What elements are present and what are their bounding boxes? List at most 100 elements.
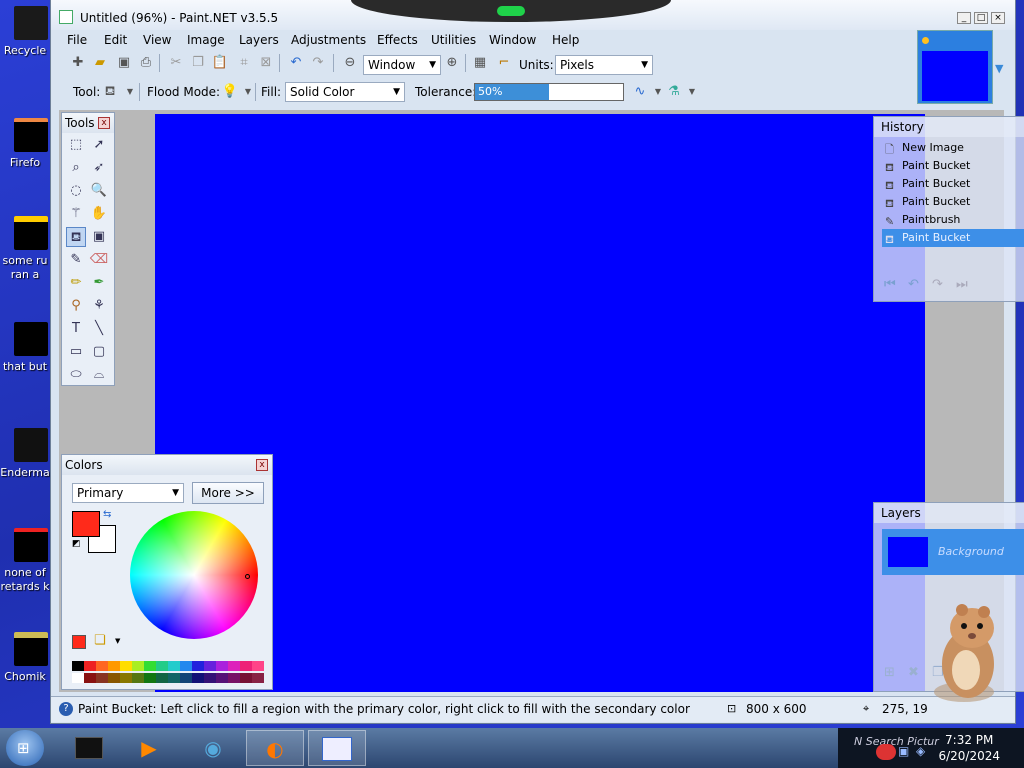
cut-icon[interactable]: ✂ (167, 54, 185, 72)
print-icon[interactable]: ⎙ (137, 54, 155, 72)
clock[interactable]: 7:32 PM 6/20/2024 (938, 732, 1000, 764)
color-wheel[interactable] (130, 511, 258, 639)
desktop-icon-file-3[interactable]: Enderma (0, 428, 50, 480)
crop-icon[interactable]: ⌗ (235, 54, 253, 72)
rewind-icon[interactable]: ⏮ (884, 277, 896, 292)
tolerance-slider[interactable]: 50% (474, 83, 624, 101)
chevron-down-icon[interactable]: ▼ (121, 83, 139, 101)
primary-color-mini[interactable] (72, 635, 86, 649)
flood-mode-icon[interactable]: 💡 (221, 83, 239, 101)
copy-icon[interactable]: ❐ (189, 54, 207, 72)
history-panel-header[interactable]: History x (874, 117, 1024, 137)
zoom-icon[interactable]: 🔍 (89, 181, 109, 201)
desktop-icon-file-1[interactable]: some ru ran a (0, 216, 50, 282)
undo-icon[interactable]: ↶ (908, 277, 919, 292)
desktop-icon-recycle[interactable]: Recycle (0, 6, 50, 58)
eraser-icon[interactable]: ⌫ (89, 250, 109, 270)
move-selection-icon[interactable]: ➚ (89, 135, 109, 155)
grid-icon[interactable]: ▦ (471, 54, 489, 72)
desktop-icon-file-4[interactable]: none of retards k (0, 528, 50, 594)
taskbar-app-media[interactable]: ▶ (120, 730, 178, 766)
menu-utilities[interactable]: Utilities (431, 33, 476, 47)
history-item-paintbrush[interactable]: ✎ Paintbrush (882, 211, 1024, 229)
network-icon[interactable]: ▣ (898, 744, 909, 758)
taskbar-app-globe[interactable]: ◉ (184, 730, 242, 766)
taskbar-app-paintnet[interactable] (308, 730, 366, 766)
colors-panel-header[interactable]: Colors x (62, 455, 272, 475)
ellipse-icon[interactable]: ⬭ (66, 365, 86, 385)
zoom-select[interactable]: Window ▼ (363, 55, 441, 75)
close-button[interactable]: × (991, 12, 1005, 24)
ruler-icon[interactable]: ⌐ (495, 54, 513, 72)
color-palette[interactable] (72, 661, 264, 685)
menu-layers[interactable]: Layers (239, 33, 279, 47)
clone-stamp-icon[interactable]: ⚲ (66, 296, 86, 316)
chevron-down-icon[interactable]: ▼ (995, 62, 1003, 75)
fill-select[interactable]: Solid Color ▼ (285, 82, 405, 102)
menu-window[interactable]: Window (489, 33, 536, 47)
layers-panel-header[interactable]: Layers x (874, 503, 1024, 523)
menu-edit[interactable]: Edit (104, 33, 127, 47)
menu-image[interactable]: Image (187, 33, 225, 47)
open-icon[interactable]: ▰ (91, 54, 109, 72)
move-selected-icon[interactable]: ➶ (89, 158, 109, 178)
zoom-in-icon[interactable]: ⊕ (443, 54, 461, 72)
text-icon[interactable]: T (66, 319, 86, 339)
units-select[interactable]: Pixels ▼ (555, 55, 653, 75)
tray-app-icon[interactable] (876, 744, 896, 760)
paintbrush-icon[interactable]: ✎ (66, 250, 86, 270)
color-picker-icon[interactable]: ✒ (89, 273, 109, 293)
menu-file[interactable]: File (67, 33, 87, 47)
history-item-paint-bucket[interactable]: ⛾ Paint Bucket (882, 193, 1024, 211)
taskbar-app-firefox[interactable]: ◐ (246, 730, 304, 766)
taskbar-app-explorer[interactable] (60, 730, 118, 766)
redo-icon[interactable]: ↷ (309, 54, 327, 72)
palette-icon[interactable]: ❏ (94, 633, 106, 648)
color-mode-select[interactable]: Primary ▼ (72, 483, 184, 503)
chevron-down-icon[interactable]: ▼ (683, 83, 701, 101)
more-button[interactable]: More >> (192, 482, 264, 504)
freeform-shape-icon[interactable]: ⌓ (89, 365, 109, 385)
volume-icon[interactable]: ◈ (916, 744, 925, 758)
magic-wand-icon[interactable]: ⚚ (66, 204, 86, 224)
blend-mode-icon[interactable]: ⚗ (665, 83, 683, 101)
new-icon[interactable]: ✚ (69, 54, 87, 72)
rounded-rectangle-icon[interactable]: ▢ (89, 342, 109, 362)
pan-icon[interactable]: ✋ (89, 204, 109, 224)
fast-forward-icon[interactable]: ⏭ (956, 277, 968, 292)
antialias-icon[interactable]: ∿ (631, 83, 649, 101)
history-item-paint-bucket[interactable]: ⛾ Paint Bucket (882, 157, 1024, 175)
gradient-icon[interactable]: ▣ (89, 227, 109, 247)
close-icon[interactable]: x (98, 117, 110, 129)
rectangle-select-icon[interactable]: ⬚ (66, 135, 86, 155)
delete-layer-icon[interactable]: ✖ (908, 665, 919, 680)
zoom-out-icon[interactable]: ⊖ (341, 54, 359, 72)
tray-text[interactable]: N Search Pictur (854, 735, 939, 748)
line-curve-icon[interactable]: ╲ (89, 319, 109, 339)
menu-effects[interactable]: Effects (377, 33, 418, 47)
history-item-paint-bucket-selected[interactable]: ⛾ Paint Bucket (882, 229, 1024, 247)
add-layer-icon[interactable]: ⊞ (884, 665, 895, 680)
pencil-icon[interactable]: ✏ (66, 273, 86, 293)
desktop-icon-file-5[interactable]: Chomik (0, 632, 50, 684)
history-item-new-image[interactable]: 🗋 New Image (882, 139, 1024, 157)
menu-view[interactable]: View (143, 33, 171, 47)
start-button[interactable]: ⊞ (6, 730, 44, 766)
paint-bucket-icon[interactable]: ⛾ (66, 227, 86, 247)
image-thumbnail[interactable] (917, 30, 993, 104)
paste-icon[interactable]: 📋 (211, 54, 229, 72)
desktop-icon-firefox[interactable]: Firefo (0, 118, 50, 170)
ellipse-select-icon[interactable]: ◌ (66, 181, 86, 201)
maximize-button[interactable]: □ (974, 12, 988, 24)
close-icon[interactable]: x (256, 459, 268, 471)
primary-color-swatch[interactable] (72, 511, 100, 537)
swap-colors-icon[interactable]: ⇆ (103, 509, 111, 520)
tools-panel-header[interactable]: Tools x (62, 113, 114, 133)
lasso-icon[interactable]: ⌕ (66, 158, 86, 178)
desktop-icon-file-2[interactable]: that but (0, 322, 50, 374)
rectangle-icon[interactable]: ▭ (66, 342, 86, 362)
minimize-button[interactable]: _ (957, 12, 971, 24)
title-bar[interactable]: Untitled (96%) - Paint.NET v3.5.5 _ □ × (51, 0, 1015, 30)
chevron-down-icon[interactable]: ▼ (115, 637, 120, 645)
menu-help[interactable]: Help (552, 33, 579, 47)
